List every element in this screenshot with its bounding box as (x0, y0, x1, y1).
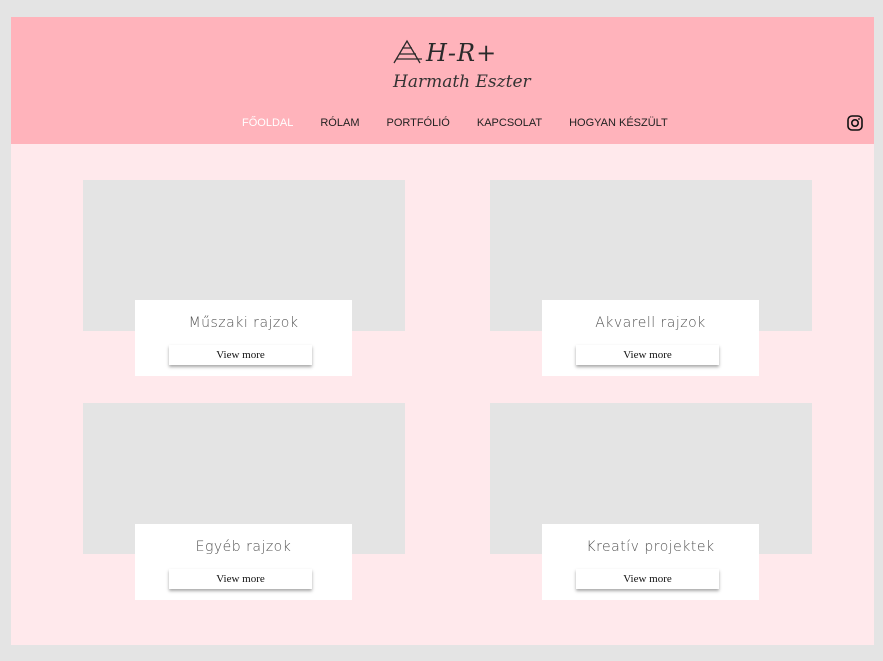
view-more-button[interactable]: View more (169, 569, 312, 589)
site-header: H-R+ Harmath Eszter FŐOLDAL RÓLAM PORTFÓ… (11, 17, 874, 144)
card-title: Kreatív projektek (586, 539, 715, 555)
logo-mark-text: H-R+ (426, 39, 498, 67)
main-nav: FŐOLDAL RÓLAM PORTFÓLIÓ KAPCSOLAT HOGYAN… (242, 117, 695, 133)
nav-item-kapcsolat[interactable]: KAPCSOLAT (477, 117, 542, 133)
site-container: H-R+ Harmath Eszter FŐOLDAL RÓLAM PORTFÓ… (11, 17, 874, 645)
nav-item-portfolio[interactable]: PORTFÓLIÓ (386, 117, 449, 133)
card-egyeb-rajzok: Egyéb rajzok View more (135, 524, 352, 600)
nav-item-hogyan-keszult[interactable]: HOGYAN KÉSZÜLT (569, 117, 668, 133)
card-muszaki-rajzok: Műszaki rajzok View more (135, 300, 352, 376)
card-title: Egyéb rajzok (195, 539, 292, 555)
logo[interactable]: H-R+ (392, 39, 497, 67)
nav-item-rolam[interactable]: RÓLAM (320, 117, 359, 133)
card-kreativ-projektek: Kreatív projektek View more (542, 524, 759, 600)
card-akvarell-rajzok: Akvarell rajzok View more (542, 300, 759, 376)
card-title: Műszaki rajzok (188, 315, 299, 331)
instagram-icon[interactable] (847, 115, 863, 131)
nav-item-fooldal[interactable]: FŐOLDAL (242, 117, 293, 133)
logo-a-icon (393, 39, 422, 64)
logo-name: Harmath Eszter (393, 72, 531, 92)
view-more-button[interactable]: View more (576, 569, 719, 589)
view-more-button[interactable]: View more (169, 345, 312, 365)
view-more-button[interactable]: View more (576, 345, 719, 365)
card-title: Akvarell rajzok (595, 315, 706, 331)
